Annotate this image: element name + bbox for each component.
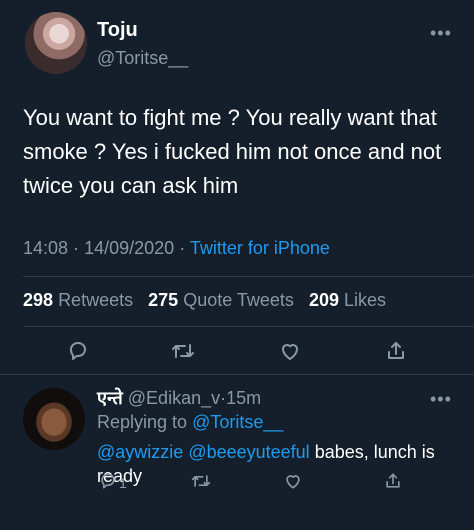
- divider: [23, 276, 474, 277]
- tweet-text: You want to fight me ? You really want t…: [23, 105, 442, 198]
- reply-author-name[interactable]: एन्ते: [97, 388, 123, 408]
- mention-link[interactable]: @aywizzie: [97, 442, 183, 462]
- reply-icon: [70, 342, 86, 360]
- reply-icon: [101, 473, 115, 489]
- retweet-icon: [172, 344, 194, 358]
- reply-author-avatar[interactable]: [23, 388, 85, 450]
- reply-share-button[interactable]: [378, 466, 408, 496]
- replying-to-label: Replying to: [97, 412, 188, 432]
- retweet-icon: [191, 475, 211, 487]
- divider: [23, 326, 474, 327]
- tweet-time: 14:08: [23, 238, 69, 258]
- tweet-date: 14/09/2020: [84, 238, 175, 258]
- meta-separator: ·: [73, 238, 80, 258]
- author-display-name[interactable]: Toju: [97, 19, 138, 42]
- more-icon[interactable]: •••: [430, 390, 452, 408]
- mention-link[interactable]: @beeeyuteeful: [188, 442, 309, 462]
- retweets-label[interactable]: Retweets: [58, 290, 133, 310]
- share-icon: [388, 342, 404, 359]
- meta-separator: ·: [179, 238, 186, 258]
- replying-to: Replying to @Toritse__: [97, 412, 283, 433]
- retweets-count[interactable]: 298: [23, 290, 53, 310]
- tweet-source-link[interactable]: Twitter for iPhone: [190, 238, 330, 258]
- more-icon[interactable]: •••: [430, 24, 452, 42]
- quote-tweets-label[interactable]: Quote Tweets: [183, 290, 294, 310]
- reply-retweet-button[interactable]: [186, 466, 216, 496]
- tweet-meta: 14:08 · 14/09/2020 · Twitter for iPhone: [23, 238, 330, 259]
- quote-tweets-count[interactable]: 275: [148, 290, 178, 310]
- reply-button[interactable]: [63, 336, 93, 366]
- reply-count: 1: [119, 475, 127, 491]
- tweet-thread-page: Toju @Toritse__ ••• You want to fight me…: [0, 0, 474, 530]
- likes-count[interactable]: 209: [309, 290, 339, 310]
- share-icon: [386, 473, 400, 488]
- author-avatar[interactable]: [25, 12, 87, 74]
- like-icon: [286, 475, 300, 489]
- likes-label[interactable]: Likes: [344, 290, 386, 310]
- share-button[interactable]: [381, 336, 411, 366]
- retweet-button[interactable]: [168, 336, 198, 366]
- reply-header: एन्ते @Edikan_v·15m: [97, 386, 261, 410]
- tweet-stats: 298 Retweets 275 Quote Tweets 209 Likes: [23, 290, 396, 311]
- like-button[interactable]: [275, 336, 305, 366]
- divider: [0, 374, 474, 375]
- reply-like-button[interactable]: [278, 466, 308, 496]
- reply-time: 15m: [226, 388, 262, 408]
- like-icon: [282, 344, 298, 360]
- replying-to-mention[interactable]: @Toritse__: [192, 412, 283, 432]
- reply-author-handle[interactable]: @Edikan_v: [128, 388, 220, 408]
- author-handle[interactable]: @Toritse__: [97, 48, 188, 69]
